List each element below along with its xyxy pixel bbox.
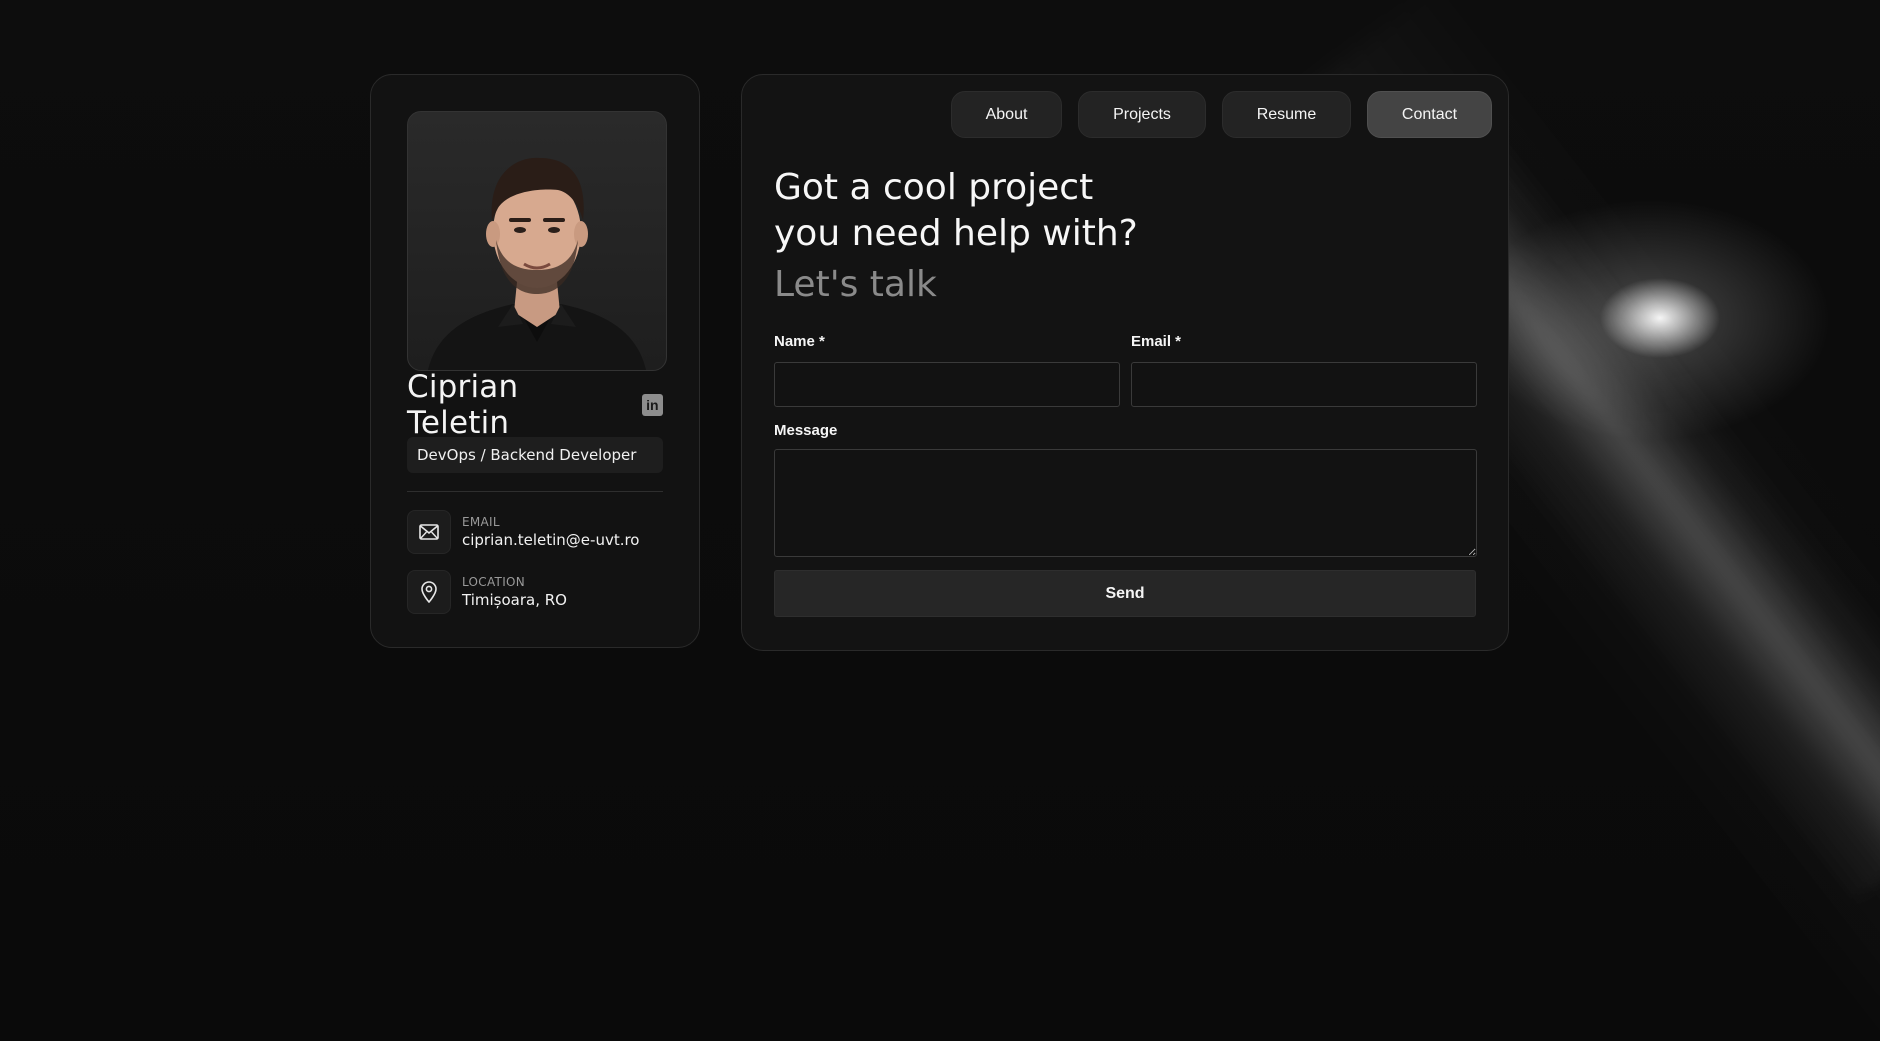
top-nav: About Projects Resume Contact xyxy=(951,91,1492,138)
location-pin-icon xyxy=(407,570,451,614)
mail-icon xyxy=(407,510,451,554)
avatar xyxy=(407,111,667,371)
email-input[interactable] xyxy=(1131,362,1477,407)
contact-label-location: LOCATION xyxy=(462,575,526,589)
send-button[interactable]: Send xyxy=(774,570,1476,617)
message-label: Message xyxy=(774,422,838,439)
contact-text-email: EMAIL ciprian.teletin@e-uvt.ro xyxy=(462,515,640,549)
heading-line-1: Got a cool project xyxy=(774,167,1094,208)
profile-divider xyxy=(407,491,663,492)
nav-projects-button[interactable]: Projects xyxy=(1078,91,1206,138)
nav-resume-button[interactable]: Resume xyxy=(1222,91,1351,138)
contact-item-location: LOCATION Timișoara, RO xyxy=(407,570,663,614)
heading-line-2: you need help with? xyxy=(774,213,1138,254)
nav-contact-button[interactable]: Contact xyxy=(1367,91,1492,138)
avatar-portrait-image xyxy=(428,157,646,370)
role-badge: DevOps / Backend Developer xyxy=(407,437,663,473)
page-subheading: Let's talk xyxy=(774,264,937,305)
contact-card: About Projects Resume Contact Got a cool… xyxy=(741,74,1509,651)
nav-about-button[interactable]: About xyxy=(951,91,1062,138)
name-label: Name * xyxy=(774,333,825,350)
contact-label-email: EMAIL xyxy=(462,515,500,529)
contact-item-email: EMAIL ciprian.teletin@e-uvt.ro xyxy=(407,510,663,554)
profile-name: Ciprian Teletin xyxy=(407,369,519,441)
contact-text-location: LOCATION Timișoara, RO xyxy=(462,575,567,609)
page-heading: Got a cool project you need help with? xyxy=(774,165,1138,257)
profile-card: Ciprian Teletin in DevOps / Backend Deve… xyxy=(370,74,700,648)
message-textarea[interactable] xyxy=(774,449,1477,557)
linkedin-icon[interactable]: in xyxy=(641,394,663,416)
contact-value-email[interactable]: ciprian.teletin@e-uvt.ro xyxy=(462,531,640,549)
name-row: Ciprian Teletin in xyxy=(407,369,663,441)
name-input[interactable] xyxy=(774,362,1120,407)
contact-value-location: Timișoara, RO xyxy=(462,591,567,609)
email-label: Email * xyxy=(1131,333,1182,350)
